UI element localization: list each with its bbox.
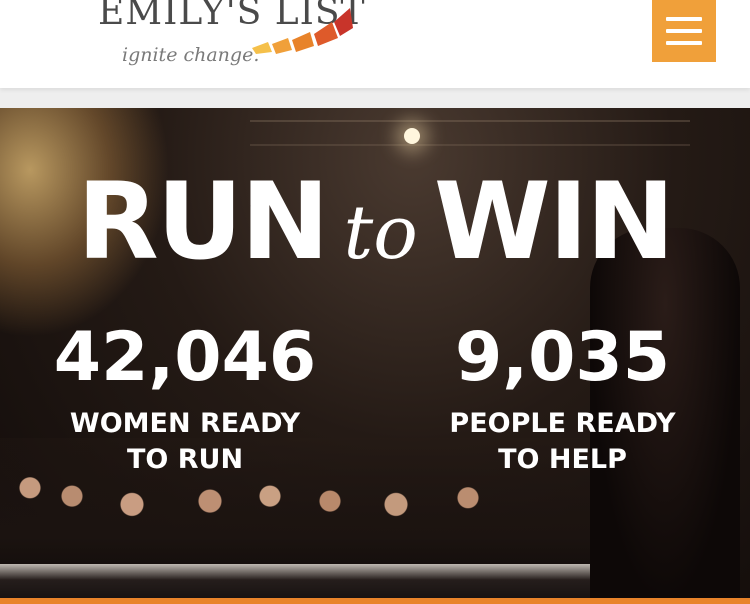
site-header: EMILY'S LIST ignite change.	[0, 0, 750, 88]
menu-button[interactable]	[652, 0, 716, 62]
headline-win: WIN	[433, 160, 675, 283]
stat-number: 42,046	[53, 318, 317, 397]
hamburger-menu-icon	[666, 17, 702, 21]
headline-run: RUN	[77, 160, 329, 283]
stat-label-line2: TO RUN	[126, 444, 244, 475]
stat-number: 9,035	[454, 318, 671, 397]
stat-people-ready: 9,035 PEOPLE READY TO HELP	[420, 320, 705, 478]
hero-headline: RUN to WIN	[0, 160, 750, 290]
hamburger-bar	[666, 41, 702, 45]
lighting-truss	[250, 120, 690, 146]
logo-tagline: ignite change.	[122, 44, 260, 66]
logo-flame-mark-icon	[252, 8, 353, 54]
stat-label-line1: WOMEN READY	[69, 408, 301, 439]
stat-women-ready: 42,046 WOMEN READY TO RUN	[40, 320, 330, 478]
stat-label-line2: TO HELP	[498, 444, 627, 475]
stat-label-line1: PEOPLE READY	[449, 408, 676, 439]
bottom-accent-bar	[0, 598, 750, 604]
emilys-list-logo[interactable]: EMILY'S LIST ignite change.	[98, 0, 365, 80]
hero-banner: RUN to WIN 42,046 WOMEN READY TO RUN 9,035…	[0, 108, 750, 604]
hamburger-bar	[666, 29, 702, 33]
headline-to: to	[343, 190, 418, 276]
spotlight	[404, 128, 420, 144]
header-gap	[0, 88, 750, 108]
